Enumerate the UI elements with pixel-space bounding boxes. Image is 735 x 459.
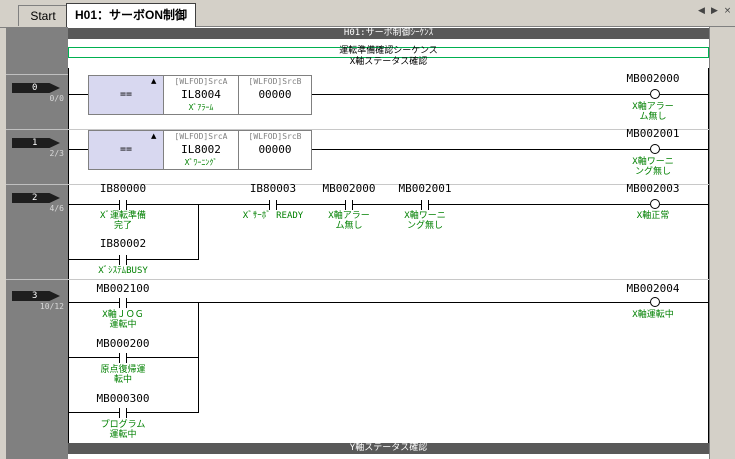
contact-icon[interactable] [113,200,133,210]
coil-device[interactable]: MB002001 [608,127,698,140]
contact-comment: 原点復帰運 [100,365,146,375]
contact-comment: X軸ＪＯＧ [102,310,144,320]
contact-comment: 運転中 [109,430,137,440]
contact-icon[interactable] [113,408,133,418]
coil-comment: X軸ワーニ [632,157,674,167]
ladder-sheet: H01:サーボ制御ｼｰｹﾝｽ 運転準備確認シーケンス X軸ステータス確認 == … [68,27,709,459]
src-a: [WLFOD]SrcA IL8002 Xﾞﾜｰﾆﾝｸﾞ [164,131,239,169]
step-number[interactable]: 1 [12,138,60,148]
src-a-value[interactable]: IL8004 [164,88,238,101]
contact-icon[interactable] [263,200,283,210]
rung-wire [660,94,708,95]
branch-wire [198,302,199,413]
step-divider [6,279,68,280]
src-a-label: [WLFOD]SrcA [174,132,228,141]
contact-icon[interactable] [415,200,435,210]
rung-wire [68,204,650,205]
src-a-label: [WLFOD]SrcA [174,77,228,86]
contact-comment: ング無し [406,221,443,231]
src-a-comment: Xﾞｱﾗｰﾑ [188,103,214,112]
dropdown-icon: ▲ [151,132,157,140]
contact-icon[interactable] [339,200,359,210]
rung-separator [68,279,709,280]
contact-icon[interactable] [113,255,133,265]
rung-wire [68,149,88,150]
scroll-left-icon[interactable]: ◀ [695,5,708,18]
src-a: [WLFOD]SrcA IL8004 Xﾞｱﾗｰﾑ [164,76,239,114]
src-b: [WLFOD]SrcB 00000 [238,131,312,169]
coil-comment: X軸運転中 [632,310,674,320]
contact-device[interactable]: MB002001 [380,182,470,195]
contact-comment: 運転中 [109,320,137,330]
coil-comment: ム無し [639,112,667,122]
coil-icon[interactable] [650,297,660,307]
rung-wire [660,302,708,303]
coil-comment: X軸正常 [636,211,670,221]
coil-comment: ング無し [634,167,671,177]
contact-device[interactable]: IB80000 [78,182,168,195]
contact-icon[interactable] [113,353,133,363]
step-number[interactable]: 0 [12,83,60,93]
contact-device[interactable]: MB000300 [78,392,168,405]
step-gutter: 0 0/0 1 2/3 2 4/6 3 10/12 [6,27,68,459]
branch-wire [198,204,199,260]
rung-wire [68,259,198,260]
contact-icon[interactable] [113,298,133,308]
step-count: 0/0 [49,94,64,103]
section-comment[interactable]: Y軸ステータス確認 [68,443,709,454]
src-a-value[interactable]: IL8002 [164,143,238,156]
src-b-value[interactable]: 00000 [238,88,312,101]
step-number[interactable]: 3 [12,291,60,301]
coil-device[interactable]: MB002004 [608,282,698,295]
contact-comment: 完了 [113,221,132,231]
src-b-label: [WLFOD]SrcB [248,77,302,86]
src-b-value[interactable]: 00000 [238,143,312,156]
tab-servo-on-control[interactable]: H01：サーボON制御 [66,3,196,27]
rung-wire [68,357,198,358]
step-number[interactable]: 2 [12,193,60,203]
compare-block[interactable]: == ▲ [WLFOD]SrcA IL8002 Xﾞﾜｰﾆﾝｸﾞ [WLFOD]… [88,130,312,170]
tab-start[interactable]: Start [18,5,68,26]
scroll-right-icon[interactable]: ▶ [708,5,721,18]
coil-device[interactable]: MB002003 [608,182,698,195]
contact-comment: Xﾞ運転準備 [100,211,146,221]
step-divider [6,184,68,185]
contact-comment: 転中 [113,375,132,385]
contact-device[interactable]: MB000200 [78,337,168,350]
coil-comment: X軸アラー [632,102,674,112]
contact-device[interactable]: IB80002 [78,237,168,250]
rung-wire [312,149,650,150]
rung-wire [312,94,650,95]
coil-icon[interactable] [650,144,660,154]
src-b: [WLFOD]SrcB 00000 [238,76,312,114]
step-count: 10/12 [39,302,64,311]
close-icon[interactable]: × [721,5,734,18]
rung-wire [660,204,708,205]
rung-wire [68,302,650,303]
src-a-comment: Xﾞﾜｰﾆﾝｸﾞ [184,158,218,167]
coil-device[interactable]: MB002000 [608,72,698,85]
contact-comment: X軸ワーニ [404,211,446,221]
left-power-rail [68,68,69,443]
tab-bar: Start H01：サーボON制御 ◀ ▶ × [0,0,735,28]
coil-icon[interactable] [650,199,660,209]
src-b-label: [WLFOD]SrcB [248,132,302,141]
step-count: 2/3 [49,149,64,158]
right-margin [709,27,735,459]
compare-block[interactable]: == ▲ [WLFOD]SrcA IL8004 Xﾞｱﾗｰﾑ [WLFOD]Sr… [88,75,312,115]
program-header: H01:サーボ制御ｼｰｹﾝｽ [68,28,709,39]
step-divider [6,74,68,75]
contact-device[interactable]: MB002100 [78,282,168,295]
comment-line[interactable]: 運転準備確認シーケンス [68,46,709,56]
step-divider [6,129,68,130]
rung-wire [660,149,708,150]
rung-wire [68,412,198,413]
step-count: 4/6 [49,204,64,213]
dropdown-icon: ▲ [151,77,157,85]
comment-line[interactable]: X軸ステータス確認 [68,57,709,67]
contact-comment: XﾞｼｽﾃﾑBUSY [98,266,148,276]
rung-wire [68,94,88,95]
contact-comment: プログラム [100,420,146,430]
coil-icon[interactable] [650,89,660,99]
